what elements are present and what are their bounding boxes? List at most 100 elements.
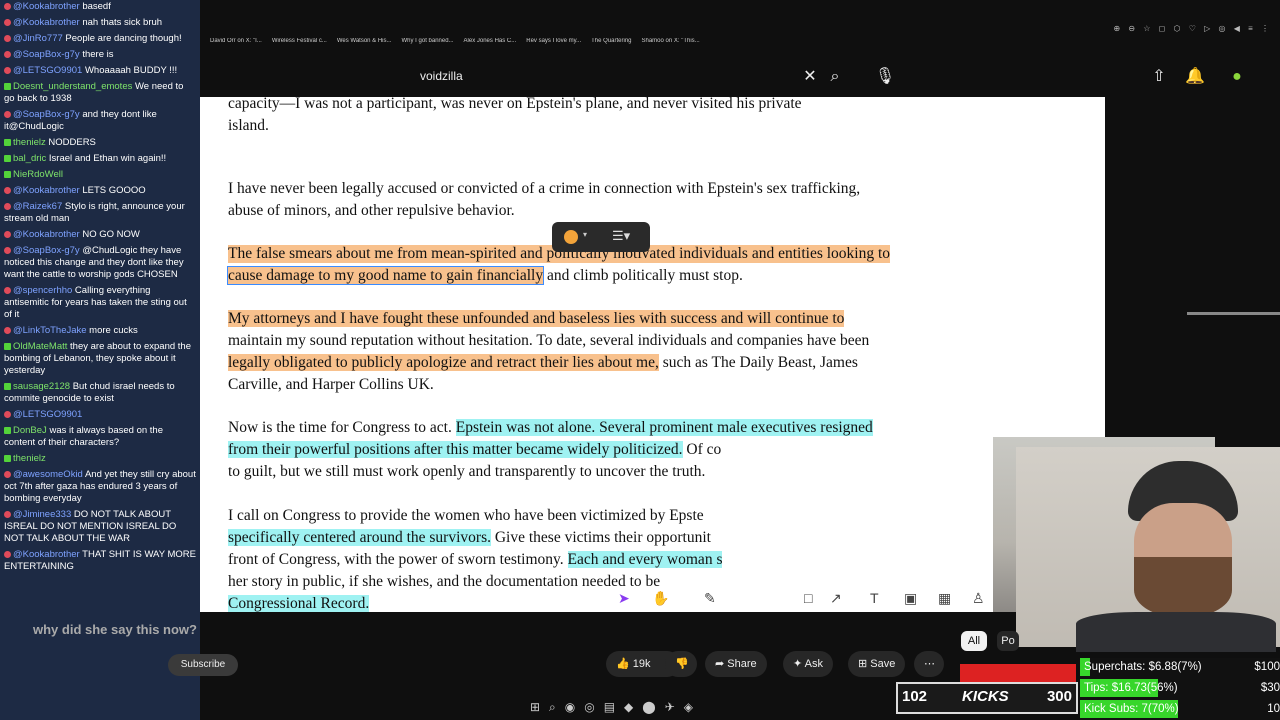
hand-icon[interactable]: ✋ — [652, 590, 669, 607]
highlight: legally obligated to publicly apologize … — [228, 354, 659, 371]
doc-line: Now is the time for Congress to act. Eps… — [228, 419, 873, 437]
frame-icon[interactable]: ▣ — [904, 590, 917, 607]
stamp-icon[interactable]: ♙ — [972, 590, 985, 607]
chat-username[interactable]: thenielz — [13, 453, 46, 464]
youtube-badge-icon — [4, 18, 11, 26]
bookmark-item[interactable]: The Quartering — [591, 38, 631, 44]
youtube-badge-icon — [4, 50, 11, 58]
bookmark-item[interactable]: Wes Watson & His... — [337, 38, 392, 44]
divider — [1187, 312, 1280, 315]
taskbar[interactable]: ⊞⌕◉◎▤◆⬤✈◈ — [530, 700, 760, 718]
ask-button[interactable]: ✦ Ask — [783, 651, 834, 677]
chat-message: @SoapBox-g7y there is — [0, 48, 200, 64]
shape-icon[interactable]: □ — [804, 590, 812, 606]
youtube-badge-icon — [4, 186, 11, 194]
bookmark-item[interactable]: Wireless Festival c... — [272, 38, 327, 44]
bookmark-item[interactable]: Shamoo on X: "This... — [642, 38, 700, 44]
doc-text: and climb politically must stop. — [543, 267, 743, 284]
chat-username[interactable]: @Kookabrother — [13, 185, 80, 196]
doc-text: such as The Daily Beast, James — [658, 354, 858, 371]
avatar[interactable]: ● — [1226, 66, 1248, 88]
chat-username[interactable]: DonBeJ — [13, 425, 47, 436]
streamer-webcam — [1016, 447, 1280, 652]
dislike-button[interactable]: 👎 — [665, 651, 697, 677]
search-icon[interactable]: ⌕ — [824, 66, 846, 88]
bookmark-item[interactable]: Alex Jones Has C... — [464, 38, 517, 44]
kick-alert-image — [960, 664, 1076, 682]
chat-username[interactable]: bal_dric — [13, 153, 46, 164]
chat-username[interactable]: @SoapBox-g7y — [13, 49, 80, 60]
youtube-badge-icon — [4, 286, 11, 294]
doc-line: her story in public, if she wishes, and … — [228, 573, 661, 590]
chat-message: @Raizek67 Stylo is right, announce your … — [0, 200, 200, 228]
chat-username[interactable]: @Kookabrother — [13, 17, 80, 28]
doc-line: island. — [228, 117, 269, 134]
annotation-popup[interactable]: ▾ ☰▾ — [552, 222, 650, 252]
chat-username[interactable]: @LinkToTheJake — [13, 325, 87, 336]
tab-all[interactable]: All — [961, 631, 987, 651]
doc-line: front of Congress, with the power of swo… — [228, 551, 723, 569]
tab-po[interactable]: Po — [997, 631, 1019, 651]
doc-line: legally obligated to publicly apologize … — [228, 354, 858, 372]
chat-username[interactable]: @LETSGO9901 — [13, 409, 82, 420]
doc-line: My attorneys and I have fought these unf… — [228, 310, 845, 328]
bookmark-item[interactable]: Rev says I love my... — [526, 38, 581, 44]
menu-icon[interactable]: ☰▾ — [612, 228, 630, 244]
chat-username[interactable]: @SoapBox-g7y — [13, 109, 80, 120]
pointer-icon[interactable]: ➤ — [618, 590, 630, 607]
highlight: Each and every woman s — [567, 551, 723, 568]
kick-badge-icon — [4, 82, 11, 90]
chat-text: NODDERS — [45, 137, 96, 148]
upload-icon[interactable]: ⇧ — [1148, 66, 1170, 88]
chevron-down-icon[interactable]: ▾ — [583, 230, 587, 239]
selected-highlight[interactable]: cause damage to my good name to gain fin… — [226, 266, 545, 285]
youtube-badge-icon — [4, 66, 11, 74]
kick-badge-icon — [4, 138, 11, 146]
doc-text: Now is the time for Congress to act. — [228, 419, 456, 436]
bookmark-item[interactable]: David Orr on X: "I... — [210, 38, 262, 44]
clear-search-icon[interactable]: ✕ — [799, 66, 821, 88]
arrow-icon[interactable]: ↗ — [830, 590, 842, 607]
subscribe-button[interactable]: Subscribe — [168, 654, 238, 676]
text-tool-icon[interactable]: T — [870, 590, 879, 606]
doc-text: Give these victims their opportunit — [490, 529, 711, 546]
kick-badge-icon — [4, 454, 11, 462]
pen-icon[interactable]: ✎ — [704, 590, 716, 607]
bookmark-item[interactable]: Why I got banned... — [402, 38, 454, 44]
chat-username[interactable]: @spencerhho — [13, 285, 72, 296]
chat-username[interactable]: @Kookabrother — [13, 549, 80, 560]
chat-username[interactable]: @JinRo777 — [13, 33, 63, 44]
chat-username[interactable]: @awesomeOkid — [13, 469, 83, 480]
chat-message: @Kookabrother THAT SHIT IS WAY MORE ENTE… — [0, 548, 200, 576]
more-options-icon[interactable]: ⋯ — [914, 651, 944, 677]
chat-text: People are dancing though! — [62, 33, 182, 44]
chat-username[interactable]: OldMateMatt — [13, 341, 67, 352]
chat-text: basedf — [79, 1, 111, 12]
search-input[interactable]: voidzilla — [420, 60, 463, 92]
highlight: specifically centered around the survivo… — [228, 529, 491, 546]
chat-username[interactable]: @Jiminee333 — [13, 509, 71, 520]
chat-username[interactable]: @Kookabrother — [13, 229, 80, 240]
youtube-top-bar: voidzilla ✕ ⌕ 🎙 ⇧ 🔔 ● — [200, 60, 1280, 94]
microphone-icon[interactable]: 🎙 — [874, 66, 896, 88]
chat-username[interactable]: @Kookabrother — [13, 1, 80, 12]
color-picker-icon[interactable] — [564, 230, 578, 244]
save-button[interactable]: ⊞ Save — [848, 651, 906, 677]
share-button[interactable]: ➦ Share — [705, 651, 767, 677]
notifications-icon[interactable]: 🔔 — [1184, 66, 1206, 88]
chat-username[interactable]: Doesnt_understand_emotes — [13, 81, 132, 92]
chat-text: LETS GOOOO — [79, 185, 146, 196]
search-box[interactable]: voidzilla ✕ — [412, 60, 817, 92]
chat-username[interactable]: thenielz — [13, 137, 46, 148]
highlight: Epstein was not alone. Several prominent… — [455, 419, 873, 436]
table-icon[interactable]: ▦ — [938, 590, 951, 607]
chat-username[interactable]: @LETSGO9901 — [13, 65, 82, 76]
browser-extension-icons[interactable]: ⊕ ⊖ ☆ ◻ ⬡ ♡ ▷ ◎ ◀ ≡ ⋮ — [1113, 24, 1272, 33]
chat-username[interactable]: @Raizek67 — [13, 201, 62, 212]
chat-message: @Kookabrother basedf — [0, 0, 200, 16]
chat-username[interactable]: NieRdoWell — [13, 169, 63, 180]
chat-message: sausage2128 But chud israel needs to com… — [0, 380, 200, 408]
chat-username[interactable]: @SoapBox-g7y — [13, 245, 80, 256]
kick-badge-icon — [4, 154, 11, 162]
chat-username[interactable]: sausage2128 — [13, 381, 70, 392]
